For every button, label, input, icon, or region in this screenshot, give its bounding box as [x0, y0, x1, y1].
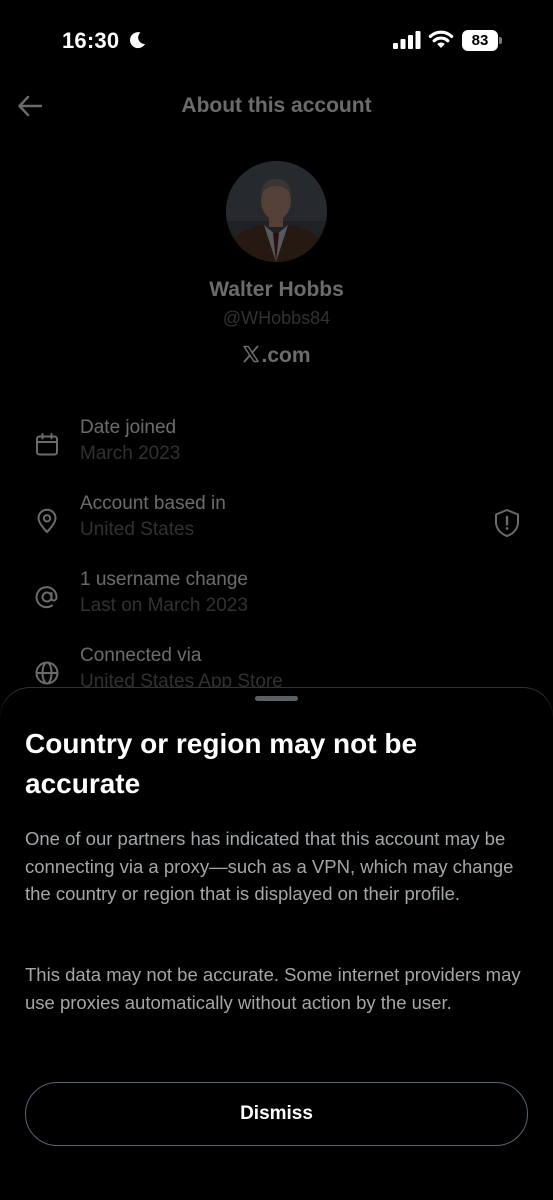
avatar-image — [226, 161, 327, 262]
x-logo-icon — [243, 345, 260, 363]
wifi-icon — [428, 30, 454, 48]
display-name: Walter Hobbs — [209, 278, 344, 301]
signal-icon — [393, 31, 421, 49]
battery-indicator: 83 — [462, 30, 502, 51]
battery-tip — [499, 37, 502, 44]
calendar-icon — [36, 433, 58, 456]
shield-warning-icon[interactable] — [493, 508, 521, 538]
sheet-paragraph-proxy: One of our partners has indicated that t… — [25, 828, 514, 904]
site-domain: .com — [261, 344, 311, 367]
status-bar: 16:30 83 — [0, 0, 553, 84]
info-item-account-based-in: Account based in United States — [0, 492, 553, 552]
info-value: March 2023 — [80, 443, 181, 464]
sheet-drag-handle[interactable] — [255, 696, 298, 701]
info-value: Last on March 2023 — [80, 595, 248, 616]
username-handle: @WHobbs84 — [222, 308, 331, 328]
page-title: About this account — [181, 94, 372, 117]
sheet-title: Country or region may not be accurate — [25, 728, 418, 799]
globe-icon — [35, 661, 59, 685]
info-label: 1 username change — [80, 569, 248, 590]
at-sign-icon — [35, 586, 58, 609]
dismiss-button[interactable]: Dismiss — [25, 1082, 528, 1146]
location-pin-icon — [37, 508, 57, 533]
info-label: Date joined — [80, 417, 177, 438]
battery-level: 83 — [462, 30, 498, 51]
info-label: Connected via — [80, 645, 202, 666]
moon-icon — [130, 32, 145, 49]
avatar[interactable] — [226, 161, 327, 262]
info-label: Account based in — [80, 493, 226, 514]
screen: 16:30 83 About this account Walter Hobbs… — [0, 0, 553, 1200]
sheet-paragraph-accuracy: This data may not be accurate. Some inte… — [25, 964, 521, 1013]
status-time: 16:30 — [62, 28, 120, 53]
info-value: United States — [80, 519, 195, 540]
site-label: .com — [0, 344, 553, 368]
about-account-page: About this account Walter Hobbs @WHobbs8… — [0, 84, 553, 700]
info-item-username-change: 1 username change Last on March 2023 — [0, 568, 553, 628]
info-item-date-joined: Date joined March 2023 — [0, 416, 553, 476]
bottom-sheet: Country or region may not be accurate On… — [0, 688, 553, 1200]
